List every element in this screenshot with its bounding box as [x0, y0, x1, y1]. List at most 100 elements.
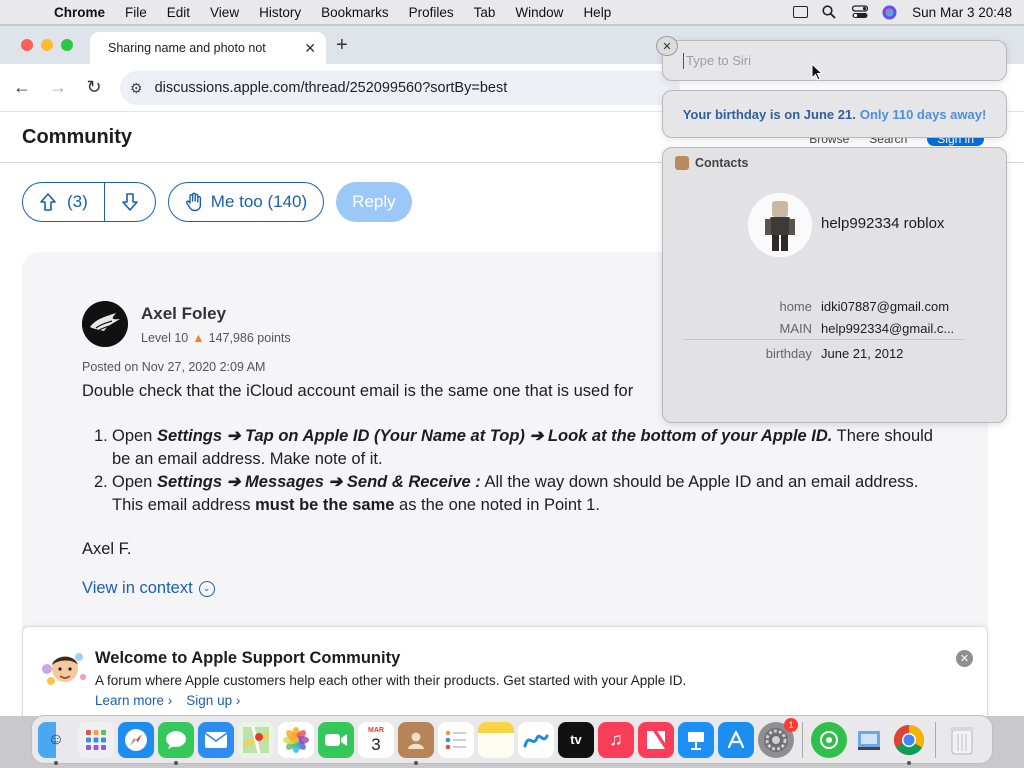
spotlight-search-icon[interactable]	[822, 5, 838, 19]
running-indicator	[907, 760, 911, 765]
eagle-logo-icon	[82, 301, 128, 347]
mail-icon[interactable]	[198, 721, 234, 758]
menu-app-name[interactable]: Chrome	[44, 5, 115, 20]
back-icon[interactable]: ←	[4, 77, 40, 98]
keynote-icon[interactable]	[678, 721, 714, 758]
sign-up-link[interactable]: Sign up ›	[186, 693, 240, 708]
new-tab-icon[interactable]: +	[336, 34, 348, 57]
finder-icon[interactable]: ☺	[38, 721, 74, 765]
menu-view[interactable]: View	[200, 5, 249, 20]
menu-tab[interactable]: Tab	[464, 5, 506, 20]
raised-hand-icon	[185, 192, 201, 212]
field-label: birthday	[765, 346, 812, 361]
running-indicator	[54, 760, 58, 765]
photos-icon[interactable]	[278, 721, 314, 758]
reload-icon[interactable]: ↻	[76, 77, 112, 98]
tab-title: Sharing name and photo not	[108, 41, 266, 55]
siri-contact-card[interactable]: Contacts help992334 roblox home idki0788…	[662, 147, 1007, 423]
minimize-window-button[interactable]	[41, 39, 53, 51]
siri-placeholder: Type to Siri	[686, 53, 752, 68]
fullscreen-window-button[interactable]	[61, 39, 73, 51]
contact-avatar	[748, 193, 812, 257]
post-date: Posted on Nov 27, 2020 2:09 AM	[82, 360, 266, 374]
field-value[interactable]: help992334@gmail.c...	[821, 321, 954, 336]
find-my-icon[interactable]	[811, 721, 847, 758]
learn-more-link[interactable]: Learn more ›	[95, 693, 172, 708]
memoji-icon	[39, 647, 89, 693]
dock-separator	[935, 721, 936, 758]
contact-name: help992334 roblox	[821, 215, 945, 232]
author-avatar[interactable]	[82, 301, 128, 347]
maps-icon[interactable]	[238, 721, 274, 758]
chrome-icon[interactable]	[891, 722, 927, 765]
siri-close-icon[interactable]: ✕	[656, 36, 678, 56]
close-window-button[interactable]	[21, 39, 33, 51]
reply-button[interactable]: Reply	[336, 182, 412, 222]
address-bar[interactable]: ⚙ discussions.apple.com/thread/252099560…	[120, 71, 680, 105]
downvote-button[interactable]	[105, 183, 155, 221]
music-icon[interactable]: ♫	[598, 721, 634, 758]
freeform-icon[interactable]	[518, 721, 554, 758]
settings-badge: 1	[784, 717, 798, 732]
facetime-icon[interactable]	[318, 721, 354, 758]
menu-clock[interactable]: Sun Mar 3 20:48	[912, 5, 1012, 20]
notes-icon[interactable]	[478, 721, 514, 758]
siri-icon[interactable]	[882, 5, 898, 20]
preview-icon[interactable]	[851, 721, 887, 758]
level-badge-icon: ▲	[192, 331, 205, 345]
text-caret	[683, 52, 684, 69]
menu-history[interactable]: History	[249, 5, 311, 20]
me-too-label: Me too (140)	[210, 192, 308, 211]
step-2-open: Open	[112, 473, 157, 491]
siri-birthday-response: Your birthday is on June 21. Only 110 da…	[662, 90, 1007, 138]
birthday-countdown-text: Only 110 days away!	[859, 106, 987, 122]
contacts-header-label: Contacts	[695, 156, 749, 170]
view-in-context-link[interactable]: View in context ⌄	[82, 579, 215, 598]
author-name[interactable]: Axel Foley	[141, 304, 226, 324]
apple-tv-label: tv	[570, 732, 582, 747]
close-banner-icon[interactable]: ✕	[956, 650, 973, 667]
menu-edit[interactable]: Edit	[157, 5, 200, 20]
trash-icon[interactable]	[944, 722, 980, 758]
upvote-button[interactable]: (3)	[23, 183, 105, 221]
field-value[interactable]: idki07887@gmail.com	[821, 299, 949, 314]
apple-tv-icon[interactable]: tv	[558, 721, 594, 758]
control-center-icon[interactable]	[852, 5, 869, 19]
forward-icon[interactable]: →	[40, 77, 76, 98]
messages-icon[interactable]	[158, 721, 194, 765]
field-value: June 21, 2012	[821, 346, 904, 361]
siri-text-input[interactable]: Type to Siri	[662, 40, 1007, 81]
window-controls	[21, 39, 73, 51]
calendar-icon[interactable]: MAR 3	[358, 721, 394, 758]
screen-mirroring-icon[interactable]	[793, 6, 809, 18]
upvote-count: (3)	[67, 192, 88, 211]
field-label: MAIN	[779, 321, 813, 336]
step-2-end: as the one noted in Point 1.	[394, 496, 600, 514]
safari-icon[interactable]	[118, 721, 154, 758]
system-settings-icon[interactable]: 1	[758, 717, 798, 758]
menu-window[interactable]: Window	[505, 5, 573, 20]
roblox-avatar-icon	[748, 193, 812, 257]
arrow-down-icon	[121, 193, 138, 211]
contacts-icon[interactable]	[398, 721, 434, 765]
vote-group: (3)	[22, 182, 156, 222]
menu-bookmarks[interactable]: Bookmarks	[311, 5, 399, 20]
menu-help[interactable]: Help	[573, 5, 621, 20]
reminders-icon[interactable]	[438, 721, 474, 758]
arrow-up-icon	[40, 193, 56, 211]
me-too-button[interactable]: Me too (140)	[167, 182, 325, 222]
contacts-app-icon	[675, 156, 689, 170]
site-info-icon[interactable]: ⚙	[130, 80, 143, 97]
news-icon[interactable]	[638, 721, 674, 758]
launchpad-icon[interactable]	[78, 721, 114, 758]
app-store-icon[interactable]	[718, 721, 754, 758]
step-1-path: Settings ➔ Tap on Apple ID (Your Name at…	[156, 427, 833, 445]
calendar-month: MAR	[368, 726, 384, 734]
menu-profiles[interactable]: Profiles	[399, 5, 464, 20]
close-tab-icon[interactable]: ✕	[304, 40, 316, 57]
birthday-date-text: Your birthday is on June 21.	[682, 106, 856, 122]
level-text: Level 10	[141, 331, 189, 345]
menu-file[interactable]: File	[115, 5, 157, 20]
browser-tab[interactable]: Sharing name and photo not ✕	[90, 32, 326, 64]
step-2-path: Settings ➔ Messages ➔ Send & Receive :	[156, 473, 481, 491]
